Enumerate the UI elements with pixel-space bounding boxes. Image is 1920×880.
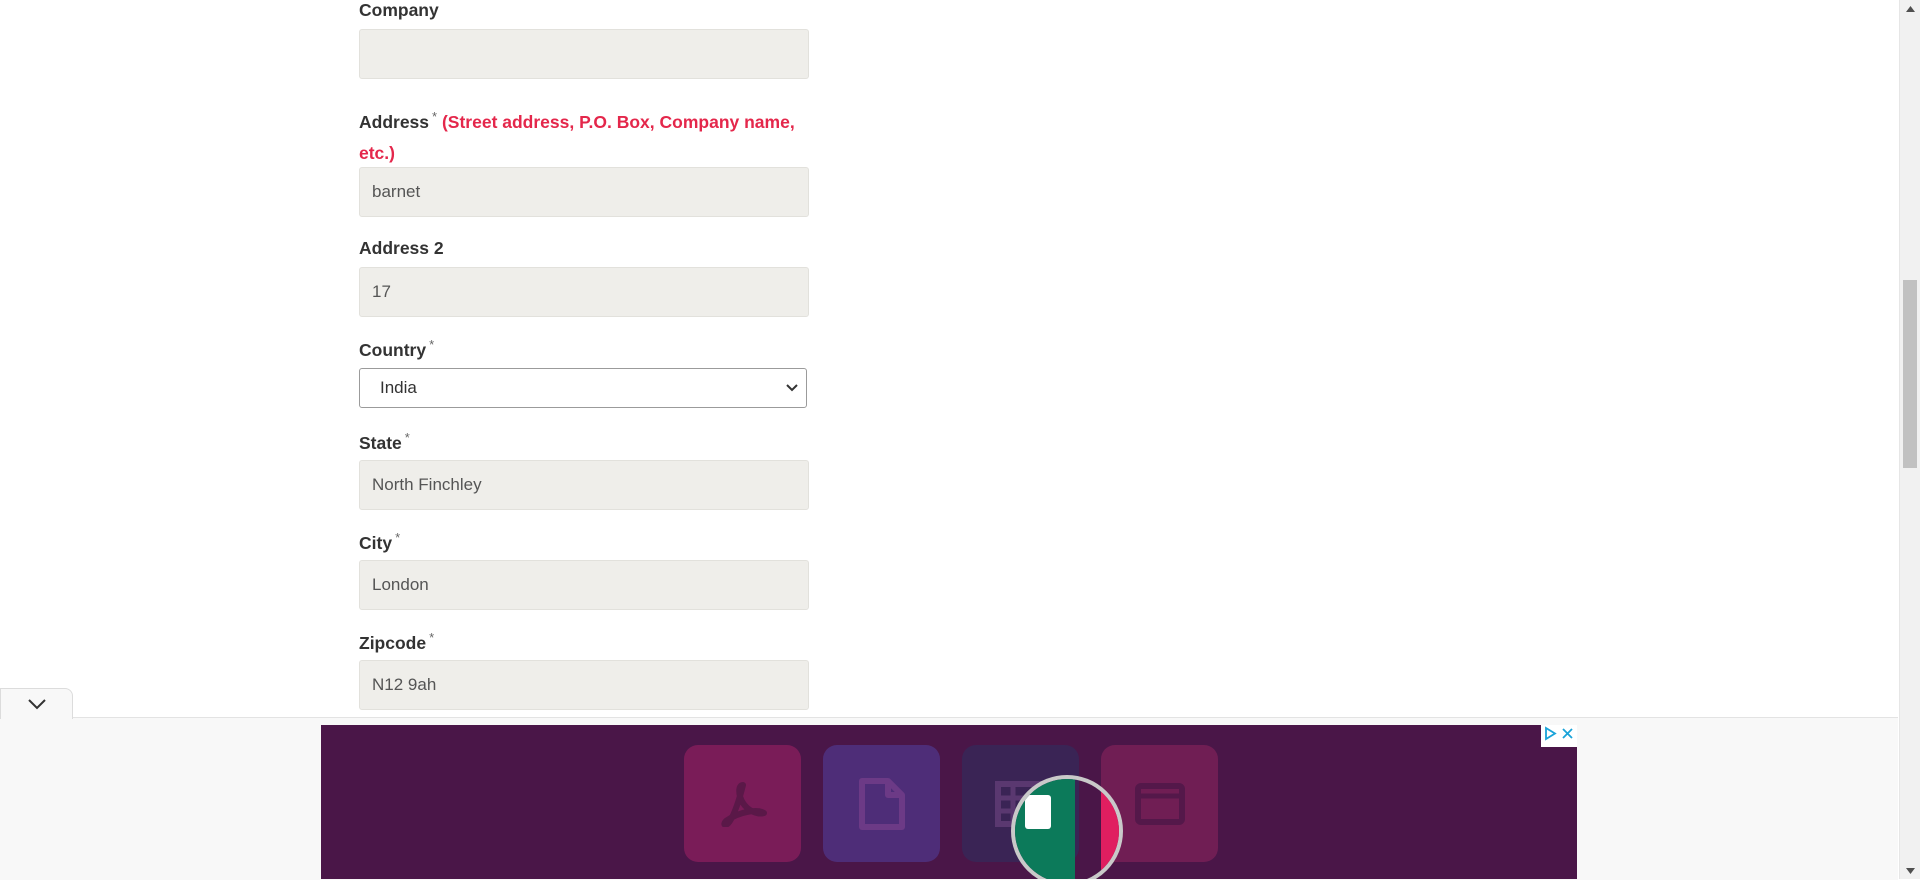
zipcode-label: Zipcode * bbox=[359, 630, 435, 653]
page-scrollbar[interactable] bbox=[1899, 0, 1920, 879]
address2-field[interactable]: 17 bbox=[359, 267, 809, 317]
file-icon bbox=[823, 745, 940, 862]
country-label: Country * bbox=[359, 337, 435, 360]
close-icon[interactable] bbox=[1560, 726, 1575, 746]
country-select[interactable]: India bbox=[359, 368, 807, 408]
address2-label: Address 2 bbox=[359, 238, 444, 258]
state-field[interactable]: North Finchley bbox=[359, 460, 809, 510]
adchoices-icon[interactable] bbox=[1543, 726, 1558, 746]
scrollbar-thumb[interactable] bbox=[1903, 280, 1917, 468]
scroll-down-arrow-icon[interactable] bbox=[1900, 862, 1920, 879]
company-label: Company bbox=[359, 0, 439, 20]
address-field[interactable]: barnet bbox=[359, 167, 809, 217]
scroll-up-arrow-icon[interactable] bbox=[1900, 0, 1920, 17]
pdf-icon bbox=[684, 745, 801, 862]
address-label: Address * (Street address, P.O. Box, Comp… bbox=[359, 109, 795, 163]
advertisement-banner[interactable] bbox=[321, 725, 1577, 879]
chevron-down-icon bbox=[786, 369, 798, 407]
ad-collapse-toggle[interactable] bbox=[0, 688, 73, 719]
zipcode-field[interactable]: N12 9ah bbox=[359, 660, 809, 710]
company-field[interactable] bbox=[359, 29, 809, 79]
magnifier-icon bbox=[1011, 775, 1123, 879]
chevron-down-icon bbox=[27, 699, 46, 710]
ad-controls bbox=[1541, 725, 1577, 747]
city-field[interactable]: London bbox=[359, 560, 809, 610]
state-label: State * bbox=[359, 430, 410, 453]
city-label: City * bbox=[359, 530, 401, 553]
